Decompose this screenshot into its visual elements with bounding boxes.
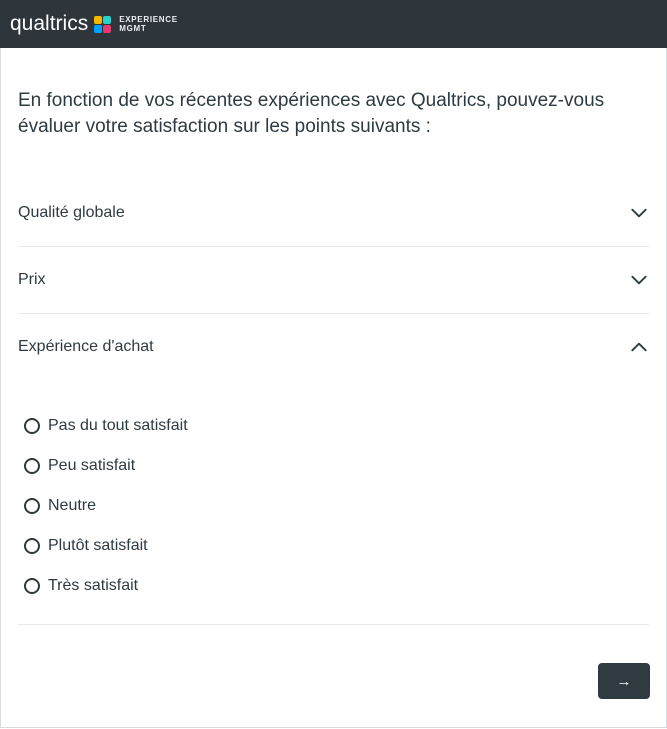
xm-icon (94, 16, 111, 32)
option-label: Très satisfait (48, 577, 138, 595)
radio-icon (24, 538, 40, 554)
option-label: Pas du tout satisfait (48, 417, 188, 435)
accordion: Qualité globale Prix Expérience d'achat (1, 140, 666, 625)
chevron-down-icon (629, 270, 649, 290)
next-button[interactable]: → (598, 663, 650, 699)
accordion-item-quality: Qualité globale (18, 180, 649, 246)
option-row[interactable]: Pas du tout satisfait (24, 406, 643, 446)
survey-body: En fonction de vos récentes expériences … (0, 48, 667, 728)
option-row[interactable]: Neutre (24, 486, 643, 526)
option-row[interactable]: Peu satisfait (24, 446, 643, 486)
question-text: En fonction de vos récentes expériences … (1, 48, 666, 140)
option-label: Plutôt satisfait (48, 537, 148, 555)
radio-icon (24, 578, 40, 594)
accordion-label: Qualité globale (18, 204, 125, 222)
option-row[interactable]: Très satisfait (24, 566, 643, 606)
radio-icon (24, 458, 40, 474)
brand-logo: qualtrics EXPERIENCE MGMT (10, 12, 178, 36)
accordion-label: Prix (18, 271, 46, 289)
chevron-up-icon (629, 337, 649, 357)
accordion-header-purchase[interactable]: Expérience d'achat (18, 314, 649, 380)
option-row[interactable]: Plutôt satisfait (24, 526, 643, 566)
radio-icon (24, 418, 40, 434)
accordion-item-purchase: Expérience d'achat Pas du tout satisfait… (18, 313, 649, 625)
option-label: Neutre (48, 497, 96, 515)
option-label: Peu satisfait (48, 457, 135, 475)
arrow-right-icon: → (617, 673, 632, 690)
chevron-down-icon (629, 203, 649, 223)
app-header: qualtrics EXPERIENCE MGMT (0, 0, 667, 48)
accordion-item-price: Prix (18, 246, 649, 313)
scale-options: Pas du tout satisfait Peu satisfait Neut… (18, 380, 649, 624)
accordion-header-quality[interactable]: Qualité globale (18, 180, 649, 246)
accordion-header-price[interactable]: Prix (18, 247, 649, 313)
logo-wordmark: qualtrics (10, 12, 88, 36)
accordion-label: Expérience d'achat (18, 338, 154, 356)
logo-subtitle: EXPERIENCE MGMT (119, 15, 178, 33)
radio-icon (24, 498, 40, 514)
